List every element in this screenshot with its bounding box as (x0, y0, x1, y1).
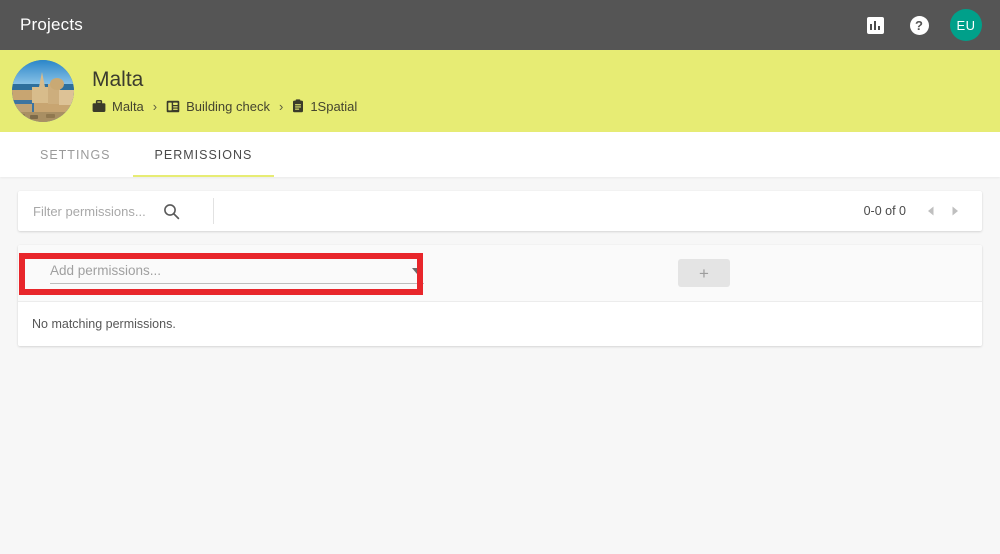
help-button[interactable]: ? (906, 12, 932, 38)
add-permissions-select[interactable]: Add permissions... (50, 263, 424, 284)
project-photo (12, 60, 74, 122)
permissions-panel: Add permissions... + No matching permiss… (18, 245, 982, 346)
page-title: Projects (20, 15, 84, 34)
app-bar-actions: ? EU (862, 9, 982, 41)
search-input[interactable] (31, 202, 163, 220)
avatar[interactable]: EU (950, 9, 982, 41)
help-icon: ? (909, 15, 929, 35)
breadcrumb-label-building-check: Building check (186, 98, 270, 114)
add-permissions-select-value: Add permissions... (50, 262, 162, 278)
tab-bar: SETTINGS PERMISSIONS (0, 132, 1000, 177)
breadcrumb-separator-2: › (278, 98, 284, 114)
pagination-next-icon[interactable] (944, 200, 966, 222)
add-permission-button[interactable]: + (678, 259, 730, 287)
tab-settings[interactable]: SETTINGS (18, 132, 133, 177)
filter-toolbar: 0-0 of 0 (18, 191, 982, 231)
breadcrumb-label-1spatial: 1Spatial (310, 98, 358, 114)
breadcrumb-separator-1: › (152, 98, 158, 114)
tab-settings-label: SETTINGS (40, 147, 111, 162)
content-area: 0-0 of 0 Add permissions... + (0, 177, 1000, 346)
breadcrumb-item-malta[interactable]: Malta (92, 99, 144, 114)
toolbar-divider (213, 198, 214, 224)
project-banner: Malta Malta › Building check › 1Spatial (0, 50, 1000, 132)
clipboard-icon (292, 99, 304, 113)
dashboard-icon (166, 100, 180, 113)
tab-permissions[interactable]: PERMISSIONS (132, 132, 275, 177)
add-permissions-row: Add permissions... + (18, 245, 982, 302)
pagination-prev-icon[interactable] (920, 200, 942, 222)
filter-field-group (18, 202, 196, 220)
breadcrumb-item-building-check[interactable]: Building check (166, 99, 270, 114)
malta-photo-graphic (12, 60, 74, 122)
search-icon[interactable] (163, 203, 180, 220)
pagination-range: 0-0 of 0 (863, 204, 906, 218)
bar-chart-icon (866, 16, 884, 34)
insights-button[interactable] (862, 12, 888, 38)
chevron-down-icon (412, 267, 422, 274)
breadcrumb-item-1spatial[interactable]: 1Spatial (292, 99, 357, 114)
project-name: Malta (92, 68, 144, 92)
empty-state-row: No matching permissions. (18, 302, 982, 346)
banner-text: Malta Malta › Building check › 1Spatial (92, 68, 357, 113)
breadcrumb: Malta › Building check › 1Spatial (92, 99, 357, 114)
pagination: 0-0 of 0 (864, 200, 982, 222)
briefcase-icon (92, 99, 106, 113)
tab-permissions-label: PERMISSIONS (154, 147, 253, 162)
empty-state-message: No matching permissions. (32, 317, 176, 331)
breadcrumb-label-malta: Malta (112, 98, 144, 114)
app-bar: Projects ? EU (0, 0, 1000, 50)
